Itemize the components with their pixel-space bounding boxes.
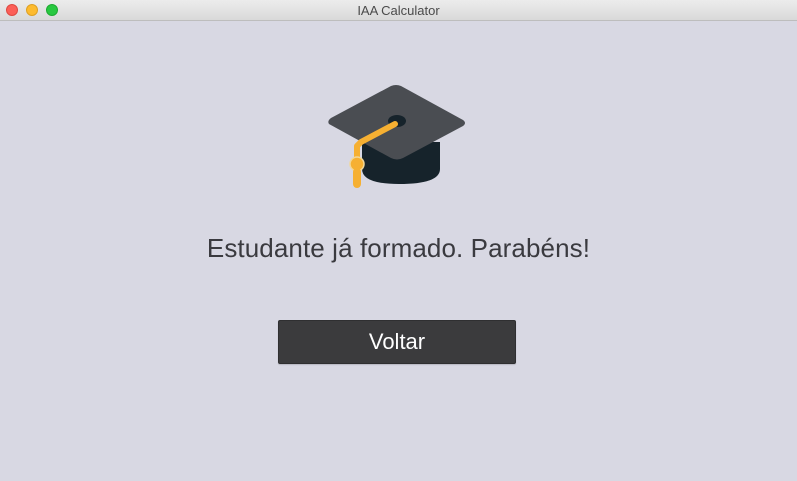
title-bar: IAA Calculator	[0, 0, 797, 21]
window-title: IAA Calculator	[357, 3, 440, 18]
app-window: IAA Calculator Estudante já formado. Par…	[0, 0, 797, 481]
back-button[interactable]: Voltar	[278, 320, 516, 364]
graduation-cap-icon	[328, 85, 465, 188]
graduated-message: Estudante já formado. Parabéns!	[206, 233, 591, 263]
main-content: Estudante já formado. Parabéns! Voltar	[0, 21, 797, 481]
